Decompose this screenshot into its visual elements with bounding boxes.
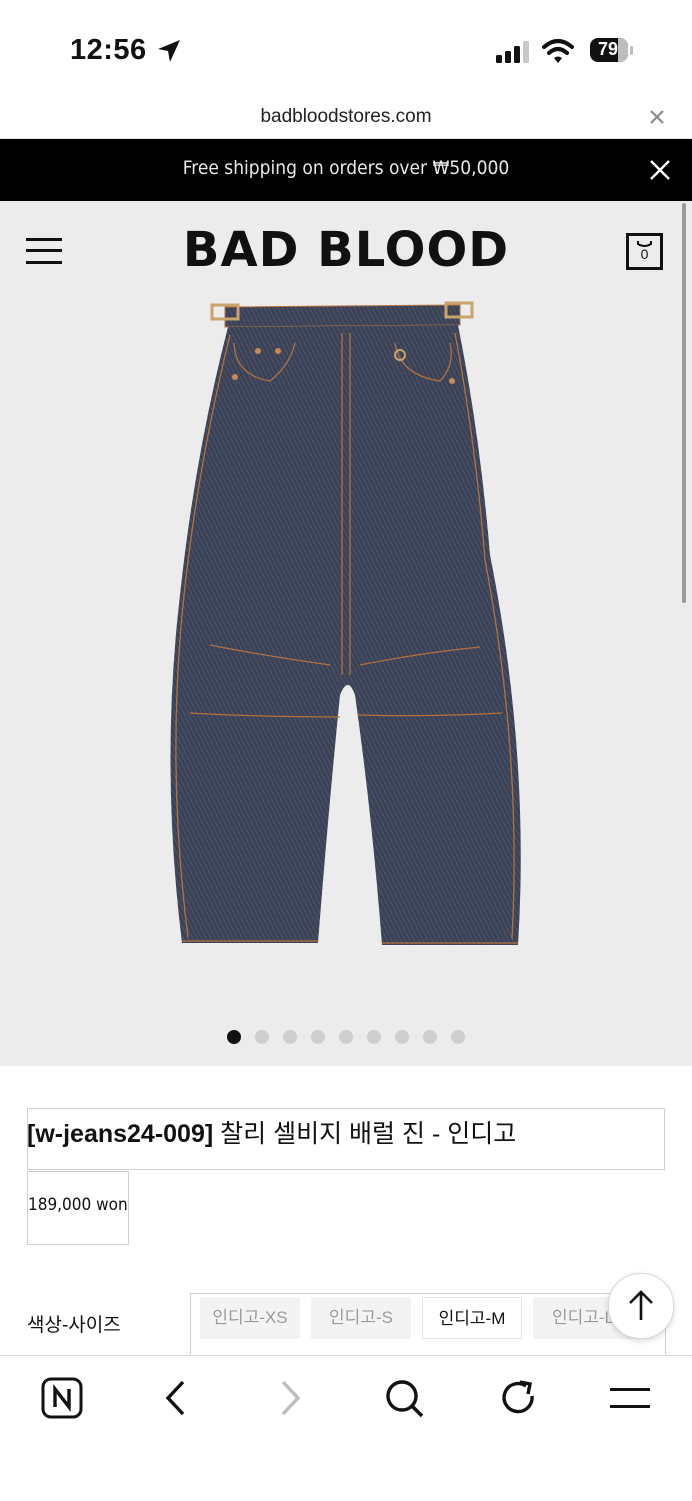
battery-icon: 79	[590, 38, 634, 64]
product-name: 찰리 셀비지 배럴 진 - 인디고	[220, 1120, 517, 1148]
carousel-dot[interactable]	[283, 1030, 297, 1044]
option-m[interactable]: 인디고-M	[422, 1297, 522, 1339]
option-xs[interactable]: 인디고-XS	[200, 1297, 300, 1339]
search-icon[interactable]	[382, 1376, 426, 1420]
product-image	[170, 301, 521, 945]
option-label: 색상-사이즈	[27, 1315, 121, 1336]
promo-text: Free shipping on orders over ₩50,000	[182, 157, 510, 179]
naver-icon[interactable]	[40, 1376, 84, 1420]
close-icon[interactable]	[648, 158, 672, 182]
status-time: 12:56	[70, 34, 147, 66]
carousel-dot[interactable]	[311, 1030, 325, 1044]
carousel-dot[interactable]	[339, 1030, 353, 1044]
scroll-to-top-button[interactable]	[608, 1273, 674, 1339]
carousel-dot[interactable]	[367, 1030, 381, 1044]
product-code: [w-jeans24-009]	[27, 1120, 214, 1148]
carousel-dot[interactable]	[255, 1030, 269, 1044]
cart-icon[interactable]: 0	[626, 233, 663, 270]
brand-logo[interactable]: BAD BLOOD	[0, 222, 692, 278]
carousel-dot[interactable]	[395, 1030, 409, 1044]
option-s[interactable]: 인디고-S	[311, 1297, 411, 1339]
cart-count: 0	[640, 246, 649, 262]
browser-toolbar	[0, 1355, 692, 1501]
browser-menu-icon[interactable]	[608, 1376, 652, 1420]
arrow-up-icon	[629, 1290, 653, 1320]
carousel-dot[interactable]	[227, 1030, 241, 1044]
carousel-dot[interactable]	[423, 1030, 437, 1044]
signal-icon	[496, 41, 529, 63]
url-text[interactable]: badbloodstores.com	[0, 106, 692, 128]
product-price: 189,000 won	[28, 1195, 128, 1215]
location-arrow-icon	[158, 40, 180, 62]
carousel-dots[interactable]	[0, 1030, 692, 1046]
carousel-dot[interactable]	[451, 1030, 465, 1044]
product-title: [w-jeans24-009] 찰리 셀비지 배럴 진 - 인디고	[27, 1114, 516, 1150]
battery-level: 79	[597, 39, 619, 59]
close-icon[interactable]	[646, 106, 668, 128]
wifi-icon	[542, 39, 574, 63]
back-icon[interactable]	[154, 1376, 198, 1420]
refresh-icon[interactable]	[496, 1376, 540, 1420]
forward-icon[interactable]	[268, 1376, 312, 1420]
